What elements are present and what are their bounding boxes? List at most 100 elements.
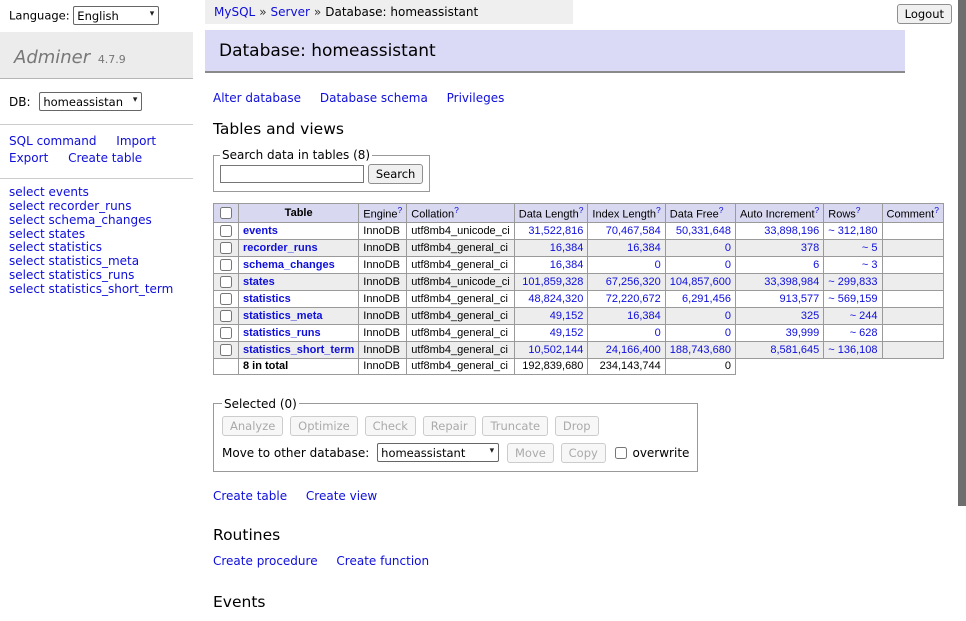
row-checkbox[interactable]: [220, 327, 232, 339]
auto-increment-link[interactable]: 33,898,196: [764, 225, 819, 237]
help-link[interactable]: ?: [656, 205, 661, 215]
search-input[interactable]: [220, 165, 364, 183]
row-checkbox[interactable]: [220, 225, 232, 237]
data-free-link[interactable]: 188,743,680: [670, 344, 731, 356]
help-link[interactable]: ?: [934, 205, 939, 215]
alter-database-link[interactable]: Alter database: [213, 91, 301, 105]
row-checkbox[interactable]: [220, 242, 232, 254]
help-link[interactable]: ?: [856, 205, 861, 215]
table-link[interactable]: statistics_meta: [243, 310, 323, 322]
index-length-link[interactable]: 24,166,400: [606, 344, 661, 356]
data-length-link[interactable]: 49,152: [550, 327, 584, 339]
search-button[interactable]: Search: [368, 164, 424, 184]
data-free-link[interactable]: 50,331,648: [676, 225, 731, 237]
data-free-link[interactable]: 104,857,600: [670, 276, 731, 288]
index-length-link[interactable]: 16,384: [627, 242, 661, 254]
rows-link[interactable]: ~ 5: [862, 242, 878, 254]
privileges-link[interactable]: Privileges: [447, 91, 505, 105]
repair-button[interactable]: Repair: [423, 416, 476, 436]
db-select[interactable]: homeassistant: [39, 92, 142, 111]
truncate-button[interactable]: Truncate: [482, 416, 548, 436]
select-link[interactable]: select: [9, 268, 45, 282]
auto-increment-link[interactable]: 39,999: [786, 327, 820, 339]
select-link[interactable]: select: [9, 254, 45, 268]
rows-link[interactable]: ~ 3: [862, 259, 878, 271]
analyze-button[interactable]: Analyze: [222, 416, 283, 436]
create-function-link[interactable]: Create function: [336, 554, 429, 568]
auto-increment-link[interactable]: 325: [801, 310, 819, 322]
data-length-link[interactable]: 10,502,144: [528, 344, 583, 356]
table-link[interactable]: statistics_short_term: [243, 344, 354, 356]
move-button[interactable]: Move: [507, 443, 554, 463]
help-link[interactable]: ?: [719, 205, 724, 215]
overwrite-checkbox[interactable]: [615, 447, 627, 459]
data-length-link[interactable]: 49,152: [550, 310, 584, 322]
table-link[interactable]: statistics_runs: [243, 327, 321, 339]
index-length-link[interactable]: 67,256,320: [606, 276, 661, 288]
help-link[interactable]: ?: [454, 205, 459, 215]
select-link[interactable]: select: [9, 185, 45, 199]
select-link[interactable]: select: [9, 240, 45, 254]
sidebar-link-export[interactable]: Export: [9, 151, 48, 165]
auto-increment-link[interactable]: 913,577: [780, 293, 820, 305]
auto-increment-link[interactable]: 33,398,984: [764, 276, 819, 288]
copy-button[interactable]: Copy: [561, 443, 606, 463]
database-schema-link[interactable]: Database schema: [320, 91, 428, 105]
table-structure-link[interactable]: statistics_meta: [48, 254, 139, 268]
table-link[interactable]: states: [243, 276, 275, 288]
rows-link[interactable]: ~ 569,159: [828, 293, 877, 305]
row-checkbox[interactable]: [220, 310, 232, 322]
data-length-link[interactable]: 48,824,320: [528, 293, 583, 305]
create-table-link[interactable]: Create table: [213, 489, 287, 503]
data-free-link[interactable]: 0: [725, 310, 731, 322]
table-link[interactable]: events: [243, 225, 278, 237]
rows-link[interactable]: ~ 299,833: [828, 276, 877, 288]
logout-button[interactable]: Logout: [897, 4, 952, 24]
data-free-link[interactable]: 0: [725, 327, 731, 339]
check-button[interactable]: Check: [365, 416, 416, 436]
rows-link[interactable]: ~ 136,108: [828, 344, 877, 356]
row-checkbox[interactable]: [220, 293, 232, 305]
table-link[interactable]: recorder_runs: [243, 242, 318, 254]
vertical-scrollbar[interactable]: [958, 0, 966, 506]
select-link[interactable]: select: [9, 199, 45, 213]
create-procedure-link[interactable]: Create procedure: [213, 554, 318, 568]
table-structure-link[interactable]: recorder_runs: [48, 199, 131, 213]
data-length-link[interactable]: 31,522,816: [528, 225, 583, 237]
help-link[interactable]: ?: [815, 205, 820, 215]
select-link[interactable]: select: [9, 282, 45, 296]
data-length-link[interactable]: 16,384: [550, 259, 584, 271]
language-select[interactable]: English: [73, 6, 159, 25]
index-length-link[interactable]: 16,384: [627, 310, 661, 322]
index-length-link[interactable]: 72,220,672: [606, 293, 661, 305]
data-length-link[interactable]: 101,859,328: [522, 276, 583, 288]
select-link[interactable]: select: [9, 227, 45, 241]
index-length-link[interactable]: 70,467,584: [606, 225, 661, 237]
sidebar-link-import[interactable]: Import: [116, 134, 156, 148]
index-length-link[interactable]: 0: [655, 259, 661, 271]
optimize-button[interactable]: Optimize: [290, 416, 358, 436]
sidebar-link-create-table[interactable]: Create table: [68, 151, 142, 165]
sidebar-link-sql-command[interactable]: SQL command: [9, 134, 96, 148]
table-structure-link[interactable]: events: [48, 185, 88, 199]
table-structure-link[interactable]: statistics: [48, 240, 102, 254]
breadcrumb-link-server[interactable]: Server: [271, 5, 310, 19]
table-link[interactable]: schema_changes: [243, 259, 335, 271]
data-length-link[interactable]: 16,384: [550, 242, 584, 254]
data-free-link[interactable]: 0: [725, 242, 731, 254]
row-checkbox[interactable]: [220, 259, 232, 271]
breadcrumb-link-mysql[interactable]: MySQL: [214, 5, 255, 19]
table-structure-link[interactable]: statistics_runs: [48, 268, 134, 282]
table-structure-link[interactable]: statistics_short_term: [48, 282, 173, 296]
table-link[interactable]: statistics: [243, 293, 291, 305]
overwrite-label[interactable]: overwrite: [632, 446, 689, 460]
create-view-link[interactable]: Create view: [306, 489, 377, 503]
auto-increment-link[interactable]: 8,581,645: [770, 344, 819, 356]
rows-link[interactable]: ~ 628: [850, 327, 878, 339]
table-structure-link[interactable]: schema_changes: [48, 213, 151, 227]
row-checkbox[interactable]: [220, 344, 232, 356]
auto-increment-link[interactable]: 378: [801, 242, 819, 254]
auto-increment-link[interactable]: 6: [813, 259, 819, 271]
table-structure-link[interactable]: states: [48, 227, 85, 241]
select-link[interactable]: select: [9, 213, 45, 227]
